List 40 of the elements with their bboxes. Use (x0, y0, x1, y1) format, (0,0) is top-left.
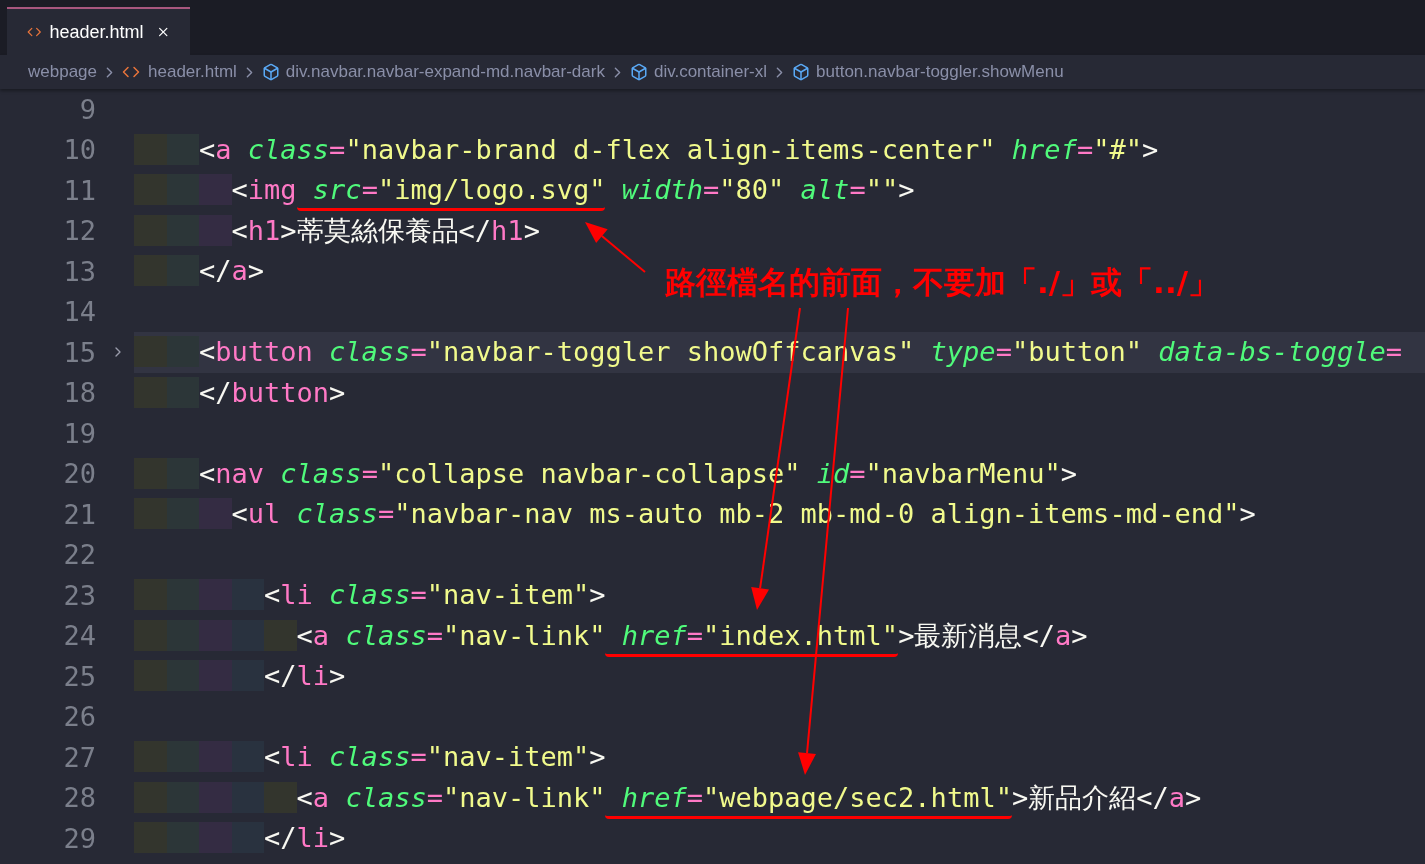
tab-label: header.html (49, 20, 144, 44)
line-number: 22 (62, 541, 96, 569)
line-number: 18 (62, 379, 96, 407)
line-number: 28 (62, 784, 96, 812)
line-number: 15 (62, 338, 96, 366)
breadcrumb-item[interactable]: div.container-xl (653, 59, 768, 85)
breadcrumb-item[interactable]: header.html (148, 59, 237, 85)
line-number: 23 (62, 581, 96, 609)
annotation-note: 路徑檔名的前面，不要加「./」或「../」 (665, 263, 1219, 302)
line-number: 24 (62, 622, 96, 650)
line-number: 21 (62, 500, 96, 528)
breadcrumb-item[interactable]: webpage (28, 59, 97, 85)
code-line: </button> (134, 372, 1425, 413)
breadcrumb-item[interactable]: button.navbar-toggler.showMenu (816, 59, 1064, 85)
line-number: 19 (62, 419, 96, 447)
line-number: 14 (62, 298, 96, 326)
code-line: <h1>蒂莫絲保養品</h1> (134, 210, 1425, 251)
line-number: 29 (62, 824, 96, 852)
code-line: <li class="nav-item"> (134, 737, 1425, 778)
code-line: <li class="nav-item"> (134, 575, 1425, 616)
line-number: 12 (62, 217, 96, 245)
code-line: </li> (134, 818, 1425, 859)
line-number: 26 (62, 703, 96, 731)
line-number: 10 (62, 136, 96, 164)
cube-icon (629, 63, 648, 81)
line-number: 27 (62, 743, 96, 771)
line-number: 11 (62, 176, 96, 204)
code-line: </li> (134, 656, 1425, 697)
code-line: <a class="nav-link" href="webpage/sec2.html">新品介紹</a> (134, 777, 1425, 818)
breadcrumb-item[interactable]: div.navbar.navbar-expand-md.navbar-dark (285, 59, 605, 85)
line-number: 25 (62, 662, 96, 690)
line-number: 20 (62, 460, 96, 488)
annotation-arrow (585, 222, 646, 273)
code-line: <a class="navbar-brand d-flex align-items-center" href="#"> (134, 129, 1425, 170)
code-line: <img src="img/logo.svg" width="80" alt=""> (134, 170, 1425, 211)
cube-icon (261, 63, 280, 81)
cube-icon (792, 63, 811, 81)
editor-tab[interactable]: header.html (7, 7, 190, 55)
line-number: 9 (78, 95, 96, 123)
line-number: 13 (62, 257, 96, 285)
